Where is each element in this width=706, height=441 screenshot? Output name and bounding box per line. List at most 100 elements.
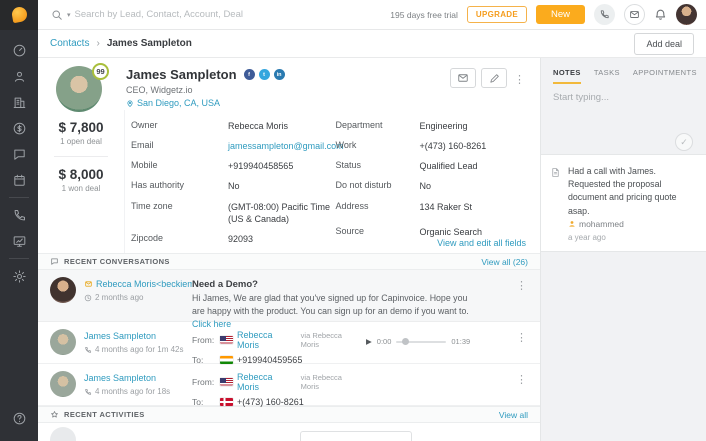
field-label: Do not disturb	[336, 180, 420, 192]
won-deal-value[interactable]: $ 8,000	[38, 167, 124, 182]
conversation-call-row[interactable]: James Sampleton 4 months ago for 1m 42s …	[38, 322, 540, 364]
field-value: Qualified Lead	[420, 160, 534, 172]
facebook-icon[interactable]: f	[244, 69, 255, 80]
email-inbox-icon[interactable]	[624, 4, 645, 25]
call-from-to: From:Rebecca Morisvia Rebecca Moris To:+…	[192, 329, 362, 370]
field-zipcode: Zipcode92093	[131, 233, 336, 245]
freshsales-flame-icon	[10, 6, 27, 23]
conversation-email-row[interactable]: Rebecca Moris<beckiemoris@gm... 2 months…	[38, 270, 540, 322]
user-avatar[interactable]	[676, 4, 697, 25]
global-search: ▾	[51, 9, 300, 21]
trial-text: 195 days free trial	[390, 10, 458, 20]
call-phone-icon	[84, 346, 92, 354]
us-flag-icon	[220, 336, 233, 344]
field-value: +(473) 160-8261	[420, 140, 534, 152]
open-deal-value[interactable]: $ 7,800	[38, 120, 124, 135]
add-deal-button[interactable]: Add deal	[634, 33, 694, 55]
call-from-name[interactable]: Rebecca Moris	[237, 372, 297, 392]
sidebar-item-settings[interactable]	[0, 263, 38, 289]
avatar	[50, 427, 76, 441]
email-more-icon[interactable]: ⋮	[512, 277, 532, 292]
field-label: Email	[131, 140, 228, 152]
more-actions-icon[interactable]: ⋮	[512, 68, 528, 88]
breadcrumb-contacts-link[interactable]: Contacts	[50, 38, 89, 49]
settings-gear-icon	[12, 269, 27, 284]
player-seek-bar[interactable]	[396, 341, 446, 343]
email-sender[interactable]: Rebecca Moris<beckiemoris@gm...	[96, 279, 192, 289]
app-logo[interactable]	[0, 0, 38, 30]
search-input[interactable]	[75, 9, 300, 20]
phone-dialer-icon[interactable]	[594, 4, 615, 25]
email-content: Need a Demo? Hi James, We are glad that …	[192, 277, 512, 332]
notifications-bell-icon[interactable]	[654, 8, 667, 21]
conversations-section-icon	[50, 257, 59, 266]
email-subject[interactable]: Need a Demo?	[192, 279, 512, 290]
note-input[interactable]	[553, 92, 694, 130]
call-contact-name[interactable]: James Sampleton	[84, 373, 156, 383]
field-value: Organic Search	[420, 226, 534, 238]
view-all-conversations-link[interactable]: View all (26)	[481, 257, 528, 267]
sidebar-item-deals[interactable]	[0, 115, 38, 141]
sidebar-item-contacts[interactable]	[0, 63, 38, 89]
sidebar-item-reports[interactable]	[0, 228, 38, 254]
field-label: Address	[336, 201, 420, 213]
sidebar-item-accounts[interactable]	[0, 89, 38, 115]
player-knob[interactable]	[402, 338, 409, 345]
linkedin-icon[interactable]: in	[274, 69, 285, 80]
field-address: Address134 Raker St	[336, 201, 541, 213]
call-contact-name[interactable]: James Sampleton	[84, 331, 156, 341]
twitter-icon[interactable]: t	[259, 69, 270, 80]
search-icon[interactable]	[51, 9, 63, 21]
contact-location[interactable]: San Diego, CA, USA	[137, 98, 220, 108]
breadcrumb-bar: Contacts › James Sampleton Add deal	[38, 30, 706, 58]
view-edit-all-fields-link[interactable]: View and edit all fields	[437, 238, 526, 248]
sidebar-item-dashboard[interactable]	[0, 37, 38, 63]
field-time-zone: Time zone(GMT-08:00) Pacific Time (US & …	[131, 201, 336, 225]
search-scope-caret-icon[interactable]: ▾	[67, 11, 71, 19]
player-current-time: 0:00	[377, 337, 392, 346]
email-body: Hi James, We are glad that you've signed…	[192, 293, 469, 316]
email-click-here-link[interactable]: Click here	[192, 319, 231, 329]
field-source: SourceOrganic Search	[336, 226, 541, 238]
field-value-email-link[interactable]: jamessampleton@gmail.com	[228, 140, 342, 152]
call-contact-col: James Sampleton 4 months ago for 1m 42s	[84, 329, 192, 354]
tab-notes[interactable]: NOTES	[553, 68, 581, 84]
edit-contact-button[interactable]	[481, 68, 507, 88]
field-label: Time zone	[131, 201, 228, 225]
stats-divider	[54, 156, 108, 157]
won-deal-label: 1 won deal	[38, 184, 124, 193]
help-icon	[12, 411, 27, 426]
tab-appointments[interactable]: APPOINTMENTS	[633, 68, 697, 84]
contact-identity: James Sampleton f t in CEO, Widgetz.io S…	[126, 66, 285, 110]
phone-icon	[12, 208, 27, 223]
section-title: RECENT CONVERSATIONS	[64, 257, 170, 266]
from-label: From:	[192, 335, 216, 345]
send-email-button[interactable]	[450, 68, 476, 88]
play-icon[interactable]: ▶	[366, 337, 372, 346]
upgrade-button[interactable]: UPGRADE	[467, 6, 527, 23]
tab-tasks[interactable]: TASKS	[594, 68, 620, 84]
to-label: To:	[192, 355, 216, 365]
flag-icon	[220, 398, 233, 406]
call-more-icon[interactable]: ⋮	[512, 329, 532, 344]
note-entry	[541, 84, 706, 135]
sidebar-item-phone[interactable]	[0, 202, 38, 228]
sidebar-item-calendar[interactable]	[0, 167, 38, 193]
note-card[interactable]: Had a call with James. Requested the pro…	[541, 154, 706, 252]
crm-app: ▾ 195 days free trial UPGRADE New Contac…	[0, 0, 706, 441]
note-author: mohammed	[579, 219, 624, 229]
section-title: RECENT ACTIVITIES	[64, 410, 145, 419]
call-more-icon[interactable]: ⋮	[512, 371, 532, 386]
save-note-check-icon[interactable]: ✓	[675, 133, 693, 151]
field-value: No	[228, 180, 336, 192]
sidebar-item-conversations[interactable]	[0, 141, 38, 167]
new-button[interactable]: New	[536, 5, 585, 24]
contact-body: $ 7,800 1 open deal $ 8,000 1 won deal O…	[38, 110, 540, 253]
sidebar-item-help[interactable]	[0, 405, 38, 431]
fields-column-right: DepartmentEngineering Work+(473) 160-826…	[336, 120, 541, 253]
view-all-activities-link[interactable]: View all	[499, 410, 528, 420]
field-work: Work+(473) 160-8261	[336, 140, 541, 152]
nav-sidebar	[0, 30, 38, 441]
call-from-name[interactable]: Rebecca Moris	[237, 330, 297, 350]
conversation-call-row[interactable]: James Sampleton 4 months ago for 18s Fro…	[38, 364, 540, 406]
